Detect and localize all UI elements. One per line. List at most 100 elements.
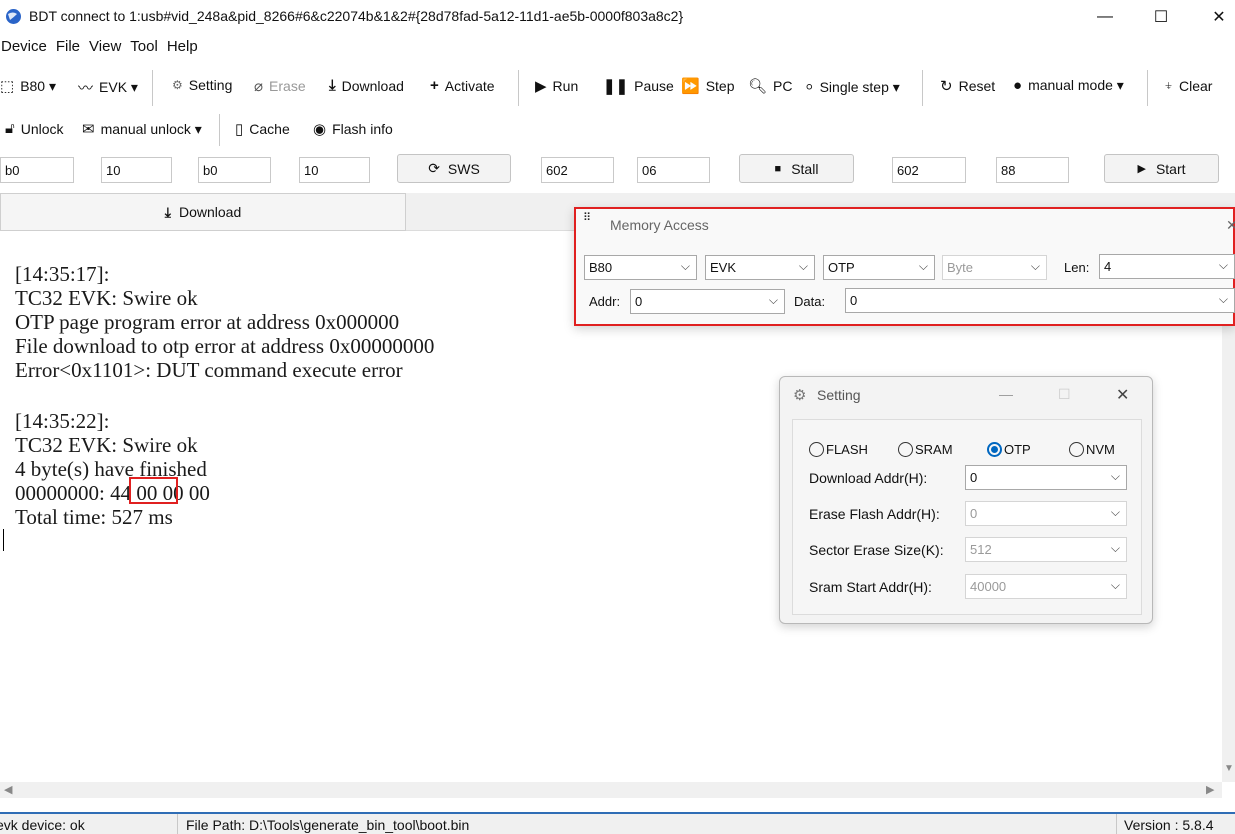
chevron-down-icon: ⌵ [768, 293, 778, 307]
status-separator [1116, 814, 1117, 834]
sd-card-icon: ▯ [235, 121, 244, 138]
unlock-icon: 🔓︎ [5, 120, 15, 137]
chip-combo[interactable]: B80 ⌵ [584, 255, 697, 280]
close-icon[interactable]: ✕ [1226, 217, 1235, 234]
run-icon: ▶ [535, 78, 547, 95]
download-addr-combo[interactable]: 0 ⌵ [965, 465, 1127, 490]
len-combo[interactable]: 4 ⌵ [1099, 254, 1235, 279]
chevron-down-icon: ⌵ [918, 259, 928, 273]
close-button[interactable]: ✕ [1196, 0, 1235, 33]
text-cursor [3, 529, 4, 551]
maximize-icon[interactable]: ☐ [1058, 386, 1071, 403]
radio-flash[interactable]: FLASH [809, 442, 868, 457]
minimize-button[interactable]: — [1082, 0, 1128, 33]
menu-tool[interactable]: Tool [130, 38, 158, 64]
setting-gear-icon: ⚙ [793, 387, 807, 404]
pc-button[interactable]: 🔍︎ PC [748, 77, 793, 95]
activate-button[interactable]: + Activate [430, 77, 495, 94]
plus-icon: + [430, 77, 439, 94]
setting-button[interactable]: ⚙ Setting [172, 77, 232, 93]
device-status: evk device: ok [0, 817, 85, 833]
unit-combo[interactable]: Byte ⌵ [942, 255, 1047, 280]
reset-button[interactable]: ↻ Reset [940, 77, 995, 95]
download-icon: ⤓ [164, 203, 171, 220]
run-button[interactable]: ▶ Run [535, 77, 578, 95]
gamepad-icon: ● [1013, 77, 1023, 94]
chevron-down-icon: ⌵ [1030, 259, 1040, 273]
cache-button[interactable]: ▯ Cache [235, 120, 290, 138]
radio-nvm[interactable]: NVM [1069, 442, 1115, 457]
download-button[interactable]: ⤓ Download [329, 77, 404, 94]
memory-type-combo[interactable]: OTP ⌵ [823, 255, 935, 280]
step-icon: ⏩ [681, 78, 700, 95]
radio-selected-icon [987, 442, 1002, 457]
close-icon[interactable]: ✕ [1116, 385, 1129, 405]
erase-flash-addr-combo[interactable]: 0 ⌵ [965, 501, 1127, 526]
radio-circle-icon [898, 442, 913, 457]
radio-otp[interactable]: OTP [987, 442, 1031, 457]
reg-value-field-4[interactable]: 88 [996, 157, 1069, 183]
maximize-button[interactable]: ☐ [1138, 0, 1184, 33]
data-combo[interactable]: 0 ⌵ [845, 288, 1235, 313]
chevron-down-icon: ⌵ [1110, 469, 1120, 483]
reg-value-field-3[interactable]: 06 [637, 157, 710, 183]
start-button[interactable]: ▶ Start [1104, 154, 1219, 183]
menu-device[interactable]: Device [1, 38, 47, 64]
reg-addr-field-1[interactable]: b0 [0, 157, 74, 183]
mail-icon: ✉ [82, 121, 95, 138]
memory-access-dialog: ⠿ Memory Access ✕ B80 ⌵ EVK ⌵ OTP ⌵ Byte ⌵ L… [574, 207, 1235, 326]
window-title: BDT connect to 1:usb#vid_248a&pid_8266#6… [29, 8, 684, 24]
menu-help[interactable]: Help [167, 38, 198, 64]
tab-download[interactable]: ⤓ Download [0, 193, 406, 231]
pause-button[interactable]: ❚❚ Pause [603, 77, 674, 95]
radio-circle-icon [1069, 442, 1084, 457]
broom-icon: ⍖ [1164, 77, 1174, 94]
step-button[interactable]: ⏩ Step [681, 77, 735, 95]
scroll-down-icon[interactable]: ▼ [1224, 763, 1234, 774]
status-bar: evk device: ok File Path: D:\Tools\gener… [0, 812, 1235, 834]
wave-icon: 〰 [78, 80, 94, 97]
sws-button[interactable]: ⟳ SWS [397, 154, 511, 183]
board-select-button[interactable]: 〰 EVK ▾ [78, 77, 138, 98]
board-combo[interactable]: EVK ⌵ [705, 255, 815, 280]
data-label: Data: [794, 294, 826, 309]
setting-dialog-title: Setting [817, 387, 861, 403]
reg-value-field-1[interactable]: 10 [101, 157, 172, 183]
reg-addr-field-2[interactable]: b0 [198, 157, 271, 183]
eraser-icon: ⌀ [254, 78, 264, 95]
manual-mode-button[interactable]: ● manual mode ▾ [1013, 77, 1124, 94]
toolbar-separator [152, 70, 153, 106]
reg-addr-field-4[interactable]: 602 [892, 157, 966, 183]
scroll-right-icon[interactable]: ▶ [1206, 783, 1214, 796]
addr-combo[interactable]: 0 ⌵ [630, 289, 785, 314]
play-icon: ▶ [1137, 163, 1146, 175]
scroll-left-icon[interactable]: ◀ [4, 783, 12, 796]
title-bar: BDT connect to 1:usb#vid_248a&pid_8266#6… [0, 0, 1235, 33]
flash-info-button[interactable]: ◉ Flash info [313, 120, 393, 138]
minimize-icon[interactable]: — [999, 386, 1013, 402]
menu-view[interactable]: View [89, 38, 121, 64]
clear-button[interactable]: ⍖ Clear [1164, 77, 1212, 94]
download-addr-label: Download Addr(H): [809, 470, 928, 486]
unlock-button[interactable]: 🔓︎ Unlock [5, 120, 64, 137]
stall-button[interactable]: ■ Stall [739, 154, 854, 183]
erase-button[interactable]: ⌀ Erase [254, 77, 306, 95]
sector-erase-size-combo[interactable]: 512 ⌵ [965, 537, 1127, 562]
refresh-icon: ⟳ [428, 160, 440, 176]
radio-sram[interactable]: SRAM [898, 442, 953, 457]
setting-dialog: ⚙ Setting — ☐ ✕ FLASH SRAM OTP NVM Downl… [779, 376, 1153, 624]
chip-icon: ⬚ [0, 78, 15, 95]
chip-select-button[interactable]: ⬚ B80 ▾ [0, 77, 56, 96]
reg-value-field-2[interactable]: 10 [299, 157, 370, 183]
version-label: Version : 5.8.4 [1124, 817, 1214, 833]
sram-start-addr-combo[interactable]: 40000 ⌵ [965, 574, 1127, 599]
menu-file[interactable]: File [56, 38, 80, 64]
reg-addr-field-3[interactable]: 602 [541, 157, 614, 183]
toolbar-separator [518, 70, 519, 106]
gear-icon: ⚙ [172, 78, 183, 92]
manual-unlock-button[interactable]: ✉ manual unlock ▾ [82, 120, 202, 139]
chevron-down-icon: ⌵ [1110, 505, 1120, 519]
single-step-button[interactable]: ⸰ Single step ▾ [805, 77, 900, 97]
horizontal-scrollbar[interactable] [0, 782, 1222, 798]
search-icon: 🔍︎ [748, 78, 768, 95]
